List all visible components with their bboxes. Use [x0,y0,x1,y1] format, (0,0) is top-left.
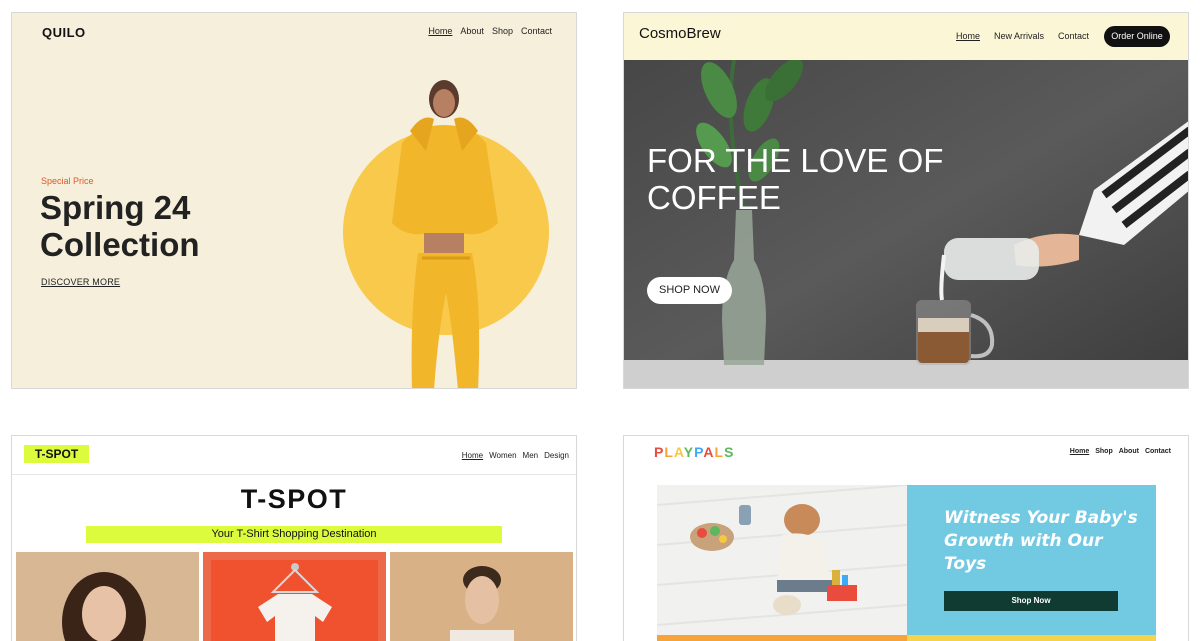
playpals-logo-letter: P [654,444,665,460]
playpals-nav-about[interactable]: About [1119,448,1139,455]
template-card-quilo[interactable]: QUILO Home About Shop Contact Special Pr… [11,12,577,389]
tspot-header-divider [12,474,576,475]
tspot-logo: T-SPOT [24,445,89,463]
cosmobrew-nav-home[interactable]: Home [956,31,980,41]
quilo-discover-link[interactable]: DISCOVER MORE [41,277,120,287]
playpals-logo-letter: P [694,444,704,460]
tspot-nav-home[interactable]: Home [462,451,483,460]
playpals-logo-letter: L [664,444,674,460]
tspot-tagline: Your T-Shirt Shopping Destination [86,526,502,543]
quilo-nav-about[interactable]: About [460,26,484,36]
template-card-cosmobrew[interactable]: CosmoBrew Home New Arrivals Contact Orde… [623,12,1189,389]
cosmobrew-hero-image [624,60,1188,388]
playpals-logo-letter: L [714,444,725,460]
template-card-playpals[interactable]: PLAYPALS Home Shop About Contact Witness… [623,435,1189,641]
playpals-logo-letter: A [703,444,715,460]
template-card-tspot[interactable]: T-SPOT Home Women Men Design T-SPOT Your… [11,435,577,641]
playpals-hero-panel: Witness Your Baby's Growth with Our Toys… [907,485,1156,635]
playpals-logo: PLAYPALS [654,444,734,460]
tspot-nav-women[interactable]: Women [489,451,516,460]
playpals-logo-letter: A [673,444,684,460]
playpals-nav: Home Shop About Contact [1070,448,1171,455]
playpals-logo-letter: S [724,444,735,460]
playpals-nav-home[interactable]: Home [1070,448,1089,455]
quilo-eyebrow: Special Price [41,176,94,186]
tspot-title: T-SPOT [240,484,348,514]
cosmobrew-shop-now-button[interactable]: SHOP NOW [647,277,732,304]
tspot-man-image[interactable] [390,552,573,641]
playpals-yellow-strip [907,635,1156,641]
quilo-headline: Spring 24 Collection [40,189,200,263]
playpals-shop-now-button[interactable]: Shop Now [944,591,1118,611]
quilo-nav-contact[interactable]: Contact [521,26,552,36]
cosmobrew-nav-contact[interactable]: Contact [1058,31,1089,41]
tspot-nav-design[interactable]: Design [544,451,569,460]
playpals-nav-shop[interactable]: Shop [1095,448,1113,455]
playpals-baby-image [657,485,907,635]
quilo-logo: QUILO [42,25,86,40]
tspot-woman-image[interactable] [16,552,199,641]
playpals-orange-strip [657,635,907,641]
cosmobrew-headline: FOR THE LOVE OF COFFEE [647,142,944,216]
tspot-nav: Home Women Men Design [462,451,569,460]
playpals-nav-contact[interactable]: Contact [1145,448,1171,455]
tspot-tshirt-image[interactable] [203,552,386,641]
cosmobrew-nav-new-arrivals[interactable]: New Arrivals [994,31,1044,41]
playpals-logo-letter: Y [683,444,695,460]
quilo-nav-shop[interactable]: Shop [492,26,513,36]
tspot-nav-men[interactable]: Men [523,451,539,460]
quilo-model-image [392,80,498,388]
quilo-nav: Home About Shop Contact [428,26,552,36]
playpals-headline: Witness Your Baby's Growth with Our Toys [944,508,1138,574]
quilo-nav-home[interactable]: Home [428,26,452,36]
cosmobrew-nav: Home New Arrivals Contact [956,31,1089,41]
cosmobrew-order-online-button[interactable]: Order Online [1104,26,1170,47]
cosmobrew-logo: CosmoBrew [639,25,721,42]
